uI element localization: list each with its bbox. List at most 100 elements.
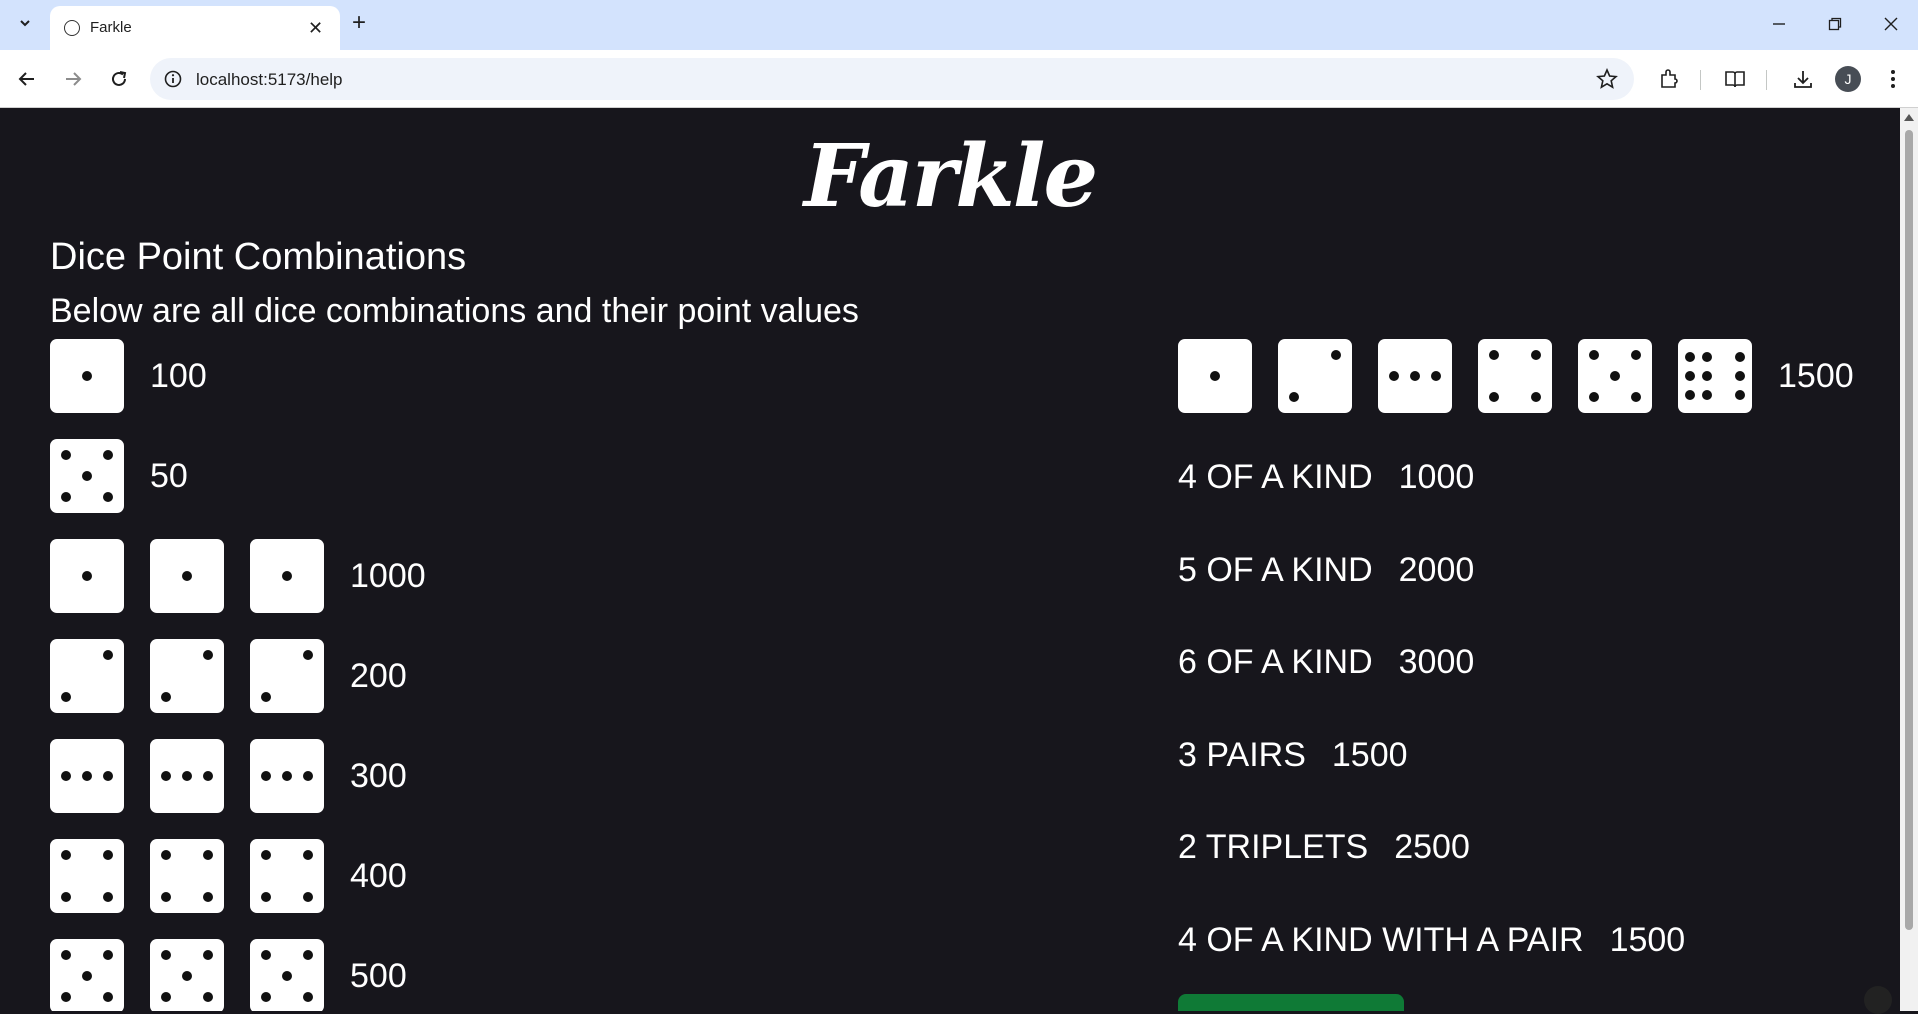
browser-tab[interactable]: Farkle ✕	[50, 6, 340, 50]
die-pip	[1630, 391, 1641, 402]
die-pip	[61, 770, 72, 781]
die-pip	[161, 691, 172, 702]
rule-label: 4 OF A KIND	[1178, 458, 1373, 496]
die-face-1-icon	[150, 539, 224, 613]
reading-list-icon[interactable]	[1722, 66, 1748, 92]
die-pip	[302, 891, 313, 902]
die-pip	[302, 770, 313, 781]
favicon-icon	[64, 20, 80, 36]
die-pip	[1489, 350, 1500, 361]
die-face-4-icon	[50, 839, 124, 913]
rule-row: 4 OF A KIND WITH A PAIR 1500	[1178, 921, 1685, 960]
restore-icon[interactable]	[1820, 10, 1850, 38]
die-face-3-icon	[50, 739, 124, 813]
extensions-icon[interactable]	[1656, 66, 1682, 92]
die-pip	[202, 891, 213, 902]
die-pip	[1389, 370, 1400, 381]
die-pip	[181, 570, 192, 581]
site-info-icon[interactable]	[164, 70, 182, 88]
combo-row: 500	[50, 939, 407, 1011]
die-pip	[81, 470, 92, 481]
rule-row: 3 PAIRS 1500	[1178, 736, 1408, 775]
die-pip	[102, 991, 113, 1002]
rule-points: 3000	[1398, 643, 1475, 682]
die-pip	[61, 991, 72, 1002]
combo-row: 300	[50, 739, 407, 813]
address-bar[interactable]: localhost:5173/help	[150, 58, 1634, 100]
floating-action-icon[interactable]	[1864, 986, 1892, 1014]
die-pip	[261, 770, 272, 781]
vertical-scrollbar[interactable]	[1900, 108, 1918, 1011]
die-pip	[261, 950, 272, 961]
rule-points: 2000	[1398, 550, 1475, 589]
die-pip	[1409, 370, 1420, 381]
combo-points: 100	[150, 356, 207, 395]
die-pip	[61, 950, 72, 961]
die-pip	[261, 691, 272, 702]
help-page: Farkle Dice Point Combinations Below are…	[0, 108, 1900, 1011]
combo-row: 400	[50, 839, 407, 913]
url-text[interactable]: localhost:5173/help	[196, 70, 343, 90]
rule-label: 5 OF A KIND	[1178, 550, 1373, 589]
die-pip	[102, 850, 113, 861]
page-subtitle: Below are all dice combinations and thei…	[50, 292, 859, 330]
die-pip	[202, 991, 213, 1002]
die-pip	[202, 770, 213, 781]
farkle-logo: Farkle	[803, 126, 1098, 227]
die-pip	[302, 650, 313, 661]
minimize-icon[interactable]	[1764, 10, 1794, 38]
forward-icon[interactable]	[58, 64, 88, 94]
download-icon[interactable]	[1790, 66, 1816, 92]
die-pip	[281, 770, 292, 781]
back-icon[interactable]	[12, 64, 42, 94]
window-close-icon[interactable]	[1876, 10, 1906, 38]
die-pip	[261, 850, 272, 861]
die-pip	[1589, 391, 1600, 402]
close-icon[interactable]: ✕	[308, 18, 323, 38]
rule-points: 1500	[1331, 735, 1408, 774]
die-face-1-icon	[250, 539, 324, 613]
die-pip	[161, 891, 172, 902]
rule-label: 2 TRIPLETS	[1178, 828, 1369, 867]
die-pip	[202, 950, 213, 961]
die-pip	[281, 570, 292, 581]
die-face-4-icon	[250, 839, 324, 913]
rule-label: 6 OF A KIND	[1178, 643, 1373, 682]
die-pip	[81, 970, 92, 981]
browser-toolbar: localhost:5173/help J	[0, 50, 1918, 108]
bookmark-star-icon[interactable]	[1596, 68, 1618, 90]
tab-search-icon[interactable]	[12, 10, 38, 36]
die-face-6-icon	[1678, 339, 1752, 413]
die-pip	[61, 691, 72, 702]
die-pip	[1701, 370, 1712, 381]
die-face-2-icon	[50, 639, 124, 713]
die-pip	[81, 770, 92, 781]
die-face-1-icon	[50, 339, 124, 413]
combo-row: 1000	[50, 539, 426, 613]
die-face-3-icon	[250, 739, 324, 813]
combo-points: 400	[350, 856, 407, 895]
die-pip	[1330, 350, 1341, 361]
combo-row: 100	[50, 339, 207, 413]
die-face-4-icon	[1478, 339, 1552, 413]
die-pip	[1289, 391, 1300, 402]
die-pip	[102, 450, 113, 461]
play-button[interactable]	[1178, 994, 1404, 1011]
die-face-2-icon	[150, 639, 224, 713]
die-pip	[102, 950, 113, 961]
die-pip	[181, 770, 192, 781]
die-pip	[1630, 350, 1641, 361]
new-tab-icon[interactable]: +	[352, 10, 366, 36]
die-pip	[302, 991, 313, 1002]
reload-icon[interactable]	[104, 64, 134, 94]
die-face-5-icon	[50, 939, 124, 1011]
die-face-5-icon	[1578, 339, 1652, 413]
die-pip	[302, 850, 313, 861]
tab-strip: Farkle ✕ +	[0, 0, 1918, 50]
straight-combo-row: 1500	[1178, 339, 1854, 413]
scroll-up-arrow-icon[interactable]	[1904, 114, 1914, 121]
menu-icon[interactable]	[1880, 66, 1906, 92]
combo-points: 1500	[1778, 356, 1854, 395]
scrollbar-thumb[interactable]	[1905, 130, 1913, 930]
profile-avatar[interactable]: J	[1835, 66, 1861, 92]
